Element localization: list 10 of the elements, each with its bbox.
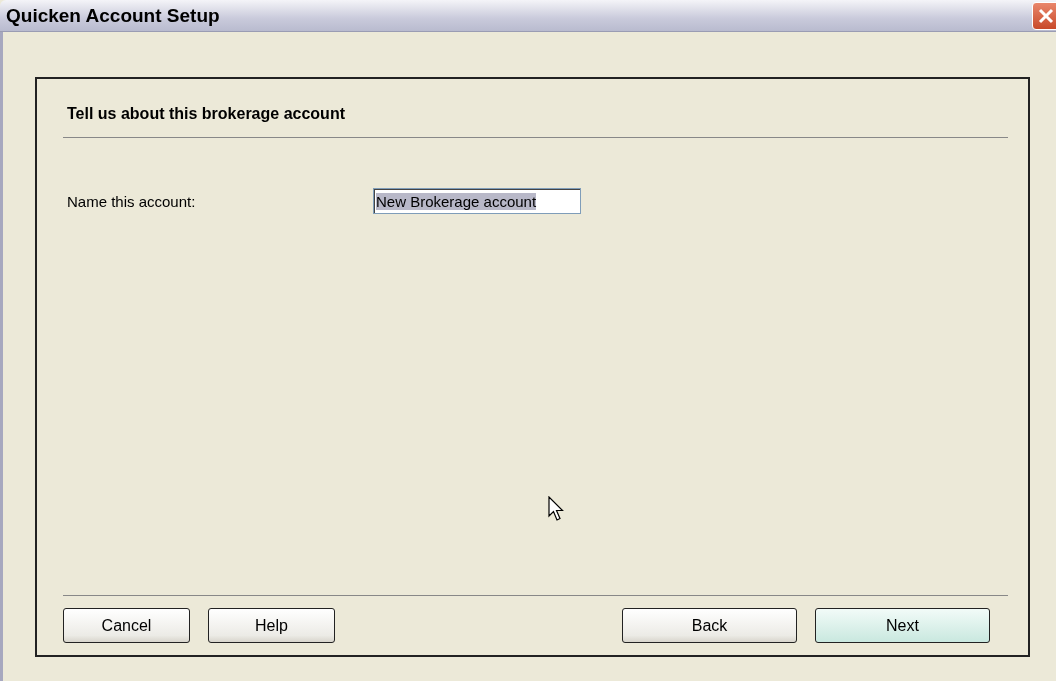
window-title: Quicken Account Setup <box>6 4 220 27</box>
field-label: Name this account: <box>67 192 197 210</box>
section-heading: Tell us about this brokerage account <box>66 104 346 124</box>
dialog-button[interactable]: Next <box>815 608 990 643</box>
dialog-button[interactable]: Help <box>208 608 335 643</box>
cursor-icon <box>548 496 566 522</box>
input-field[interactable]: New Brokerage account <box>373 188 581 214</box>
close-icon[interactable] <box>1032 1 1056 30</box>
dialog-button[interactable]: Cancel <box>63 608 190 643</box>
dialog-button[interactable]: Back <box>622 608 797 643</box>
